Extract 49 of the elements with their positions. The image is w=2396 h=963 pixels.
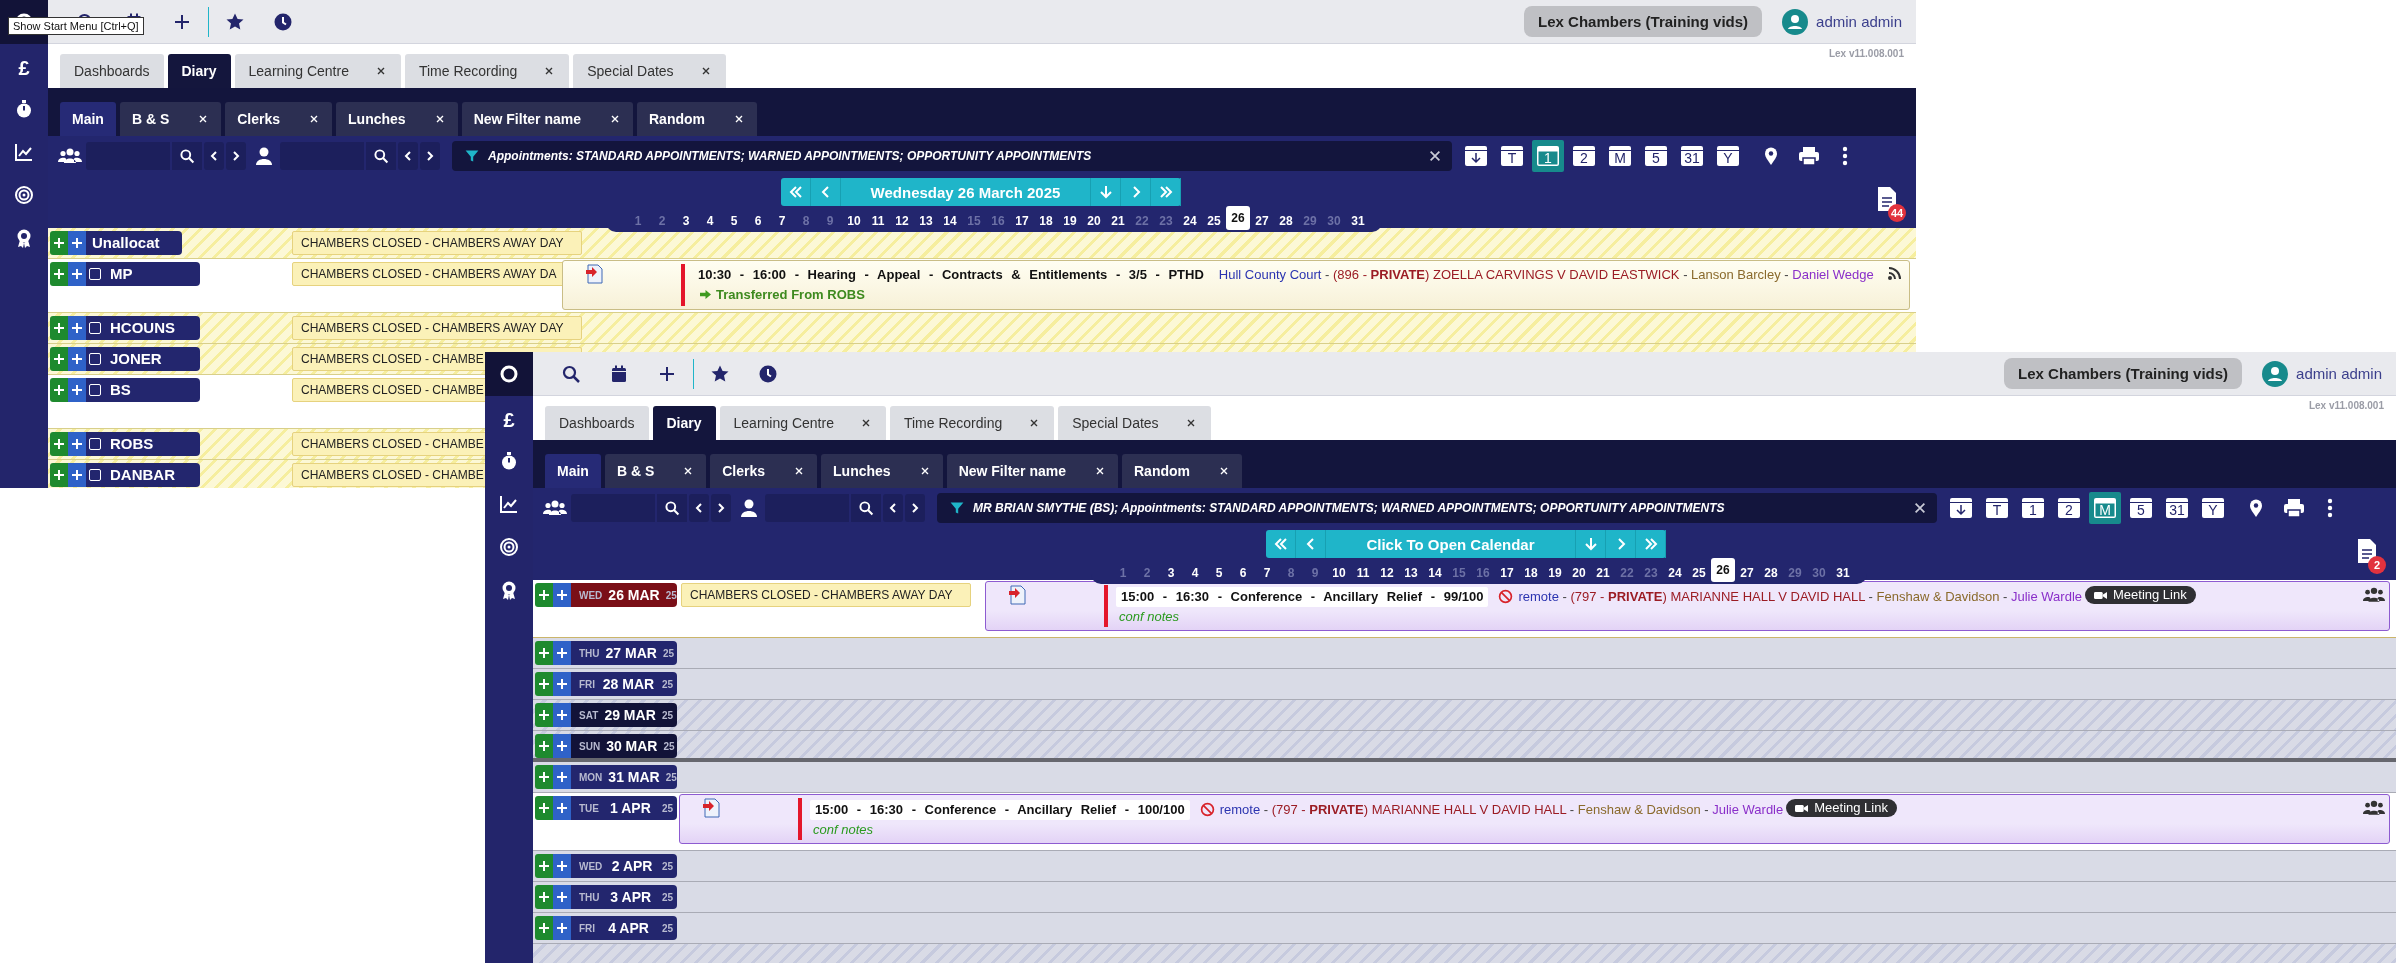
appointment-notes: conf notes <box>1118 607 1180 626</box>
year-label: 25 <box>663 740 675 752</box>
appointment-details: remote - (797 - PRIVATE) MARIANNE HALL V DAVID HALL - Fenshaw & Davidson - Julie Wardle <box>1219 801 1784 817</box>
year-label: 25 <box>661 891 673 903</box>
year-label: 25 <box>661 922 673 934</box>
weekday-label: WED <box>579 589 603 601</box>
weekday-label: THU <box>579 647 600 659</box>
appointment-time: 15:00 - 16:30 - Conference - Ancillary Relief - 100/100 <box>810 799 1190 820</box>
count-badge: 44 <box>1888 204 1906 222</box>
date-label: 28 MAR <box>601 676 656 692</box>
year-label: 25 <box>661 678 673 690</box>
date-label: 29 MAR <box>604 707 656 723</box>
appointment-details: Hull County Court - (896 - PRIVATE) ZOELLA CARVINGS V DAVID EASTWICK - Lanson Barcley - Daniel Wedge <box>1218 267 1874 282</box>
year-label: 25 <box>661 802 673 814</box>
date-label: 2 APR <box>610 858 654 874</box>
weekday-label: FRI <box>579 678 596 690</box>
appointment-time: 15:00 - 16:30 - Conference - Ancillary Relief - 99/100 <box>1116 586 1489 607</box>
year-label: 25 <box>661 860 673 872</box>
appointment-notes: conf notes <box>812 820 874 839</box>
weekday-label: MON <box>579 771 603 783</box>
note-label: CHAMBERS CLOSED - CHAMBERS AWAY DAY <box>681 583 971 607</box>
year-label: 25 <box>662 647 675 659</box>
appointment-time: 10:30 - 16:00 - Hearing - Appeal - Contracts & Entitlements - 3/5 - PTHD <box>697 266 1205 284</box>
transfer-note: Transferred From ROBS <box>716 287 865 302</box>
weekday-label: SAT <box>579 709 599 721</box>
version-label: Lex v11.008.001 <box>2308 400 2384 411</box>
tooltip: Show Start Menu [Ctrl+Q] <box>8 17 144 35</box>
filter-text: Appointments: STANDARD APPOINTMENTS; WARNED APPOINTMENTS; OPPORTUNITY APPOINTMENTS <box>488 149 1092 163</box>
date-label: 31 MAR <box>608 769 660 785</box>
weekday-label: THU <box>579 891 600 903</box>
filter-text: MR BRIAN SMYTHE (BS); Appointments: STANDARD APPOINTMENTS; WARNED APPOINTMENTS; OPPORTUNITY APPOINTMENTS <box>973 501 1725 515</box>
date-label: 1 APR <box>609 800 652 816</box>
date-label: 3 APR <box>609 889 653 905</box>
year-label: 25 <box>665 589 677 601</box>
weekday-label: SUN <box>579 740 601 752</box>
note-label: CHAMBERS CLOSED - CHAMBERS AWAY DAY <box>292 231 582 255</box>
weekday-label: WED <box>579 860 603 872</box>
weekday-label: FRI <box>579 922 596 934</box>
year-label: 25 <box>661 709 673 721</box>
appointment-details: remote - (797 - PRIVATE) MARIANNE HALL V DAVID HALL - Fenshaw & Davidson - Julie Wardle <box>1518 588 2082 604</box>
count-badge: 2 <box>2368 556 2386 574</box>
date-label: 4 APR <box>607 920 650 936</box>
version-label: Lex v11.008.001 <box>1828 48 1904 59</box>
note-label: CHAMBERS CLOSED - CHAMBERS AWAY DAY <box>292 316 582 340</box>
weekday-label: TUE <box>579 802 599 814</box>
year-label: 25 <box>665 771 677 783</box>
date-label: 30 MAR <box>606 738 658 754</box>
date-label: 26 MAR <box>608 587 660 603</box>
date-label: 27 MAR <box>605 645 657 661</box>
